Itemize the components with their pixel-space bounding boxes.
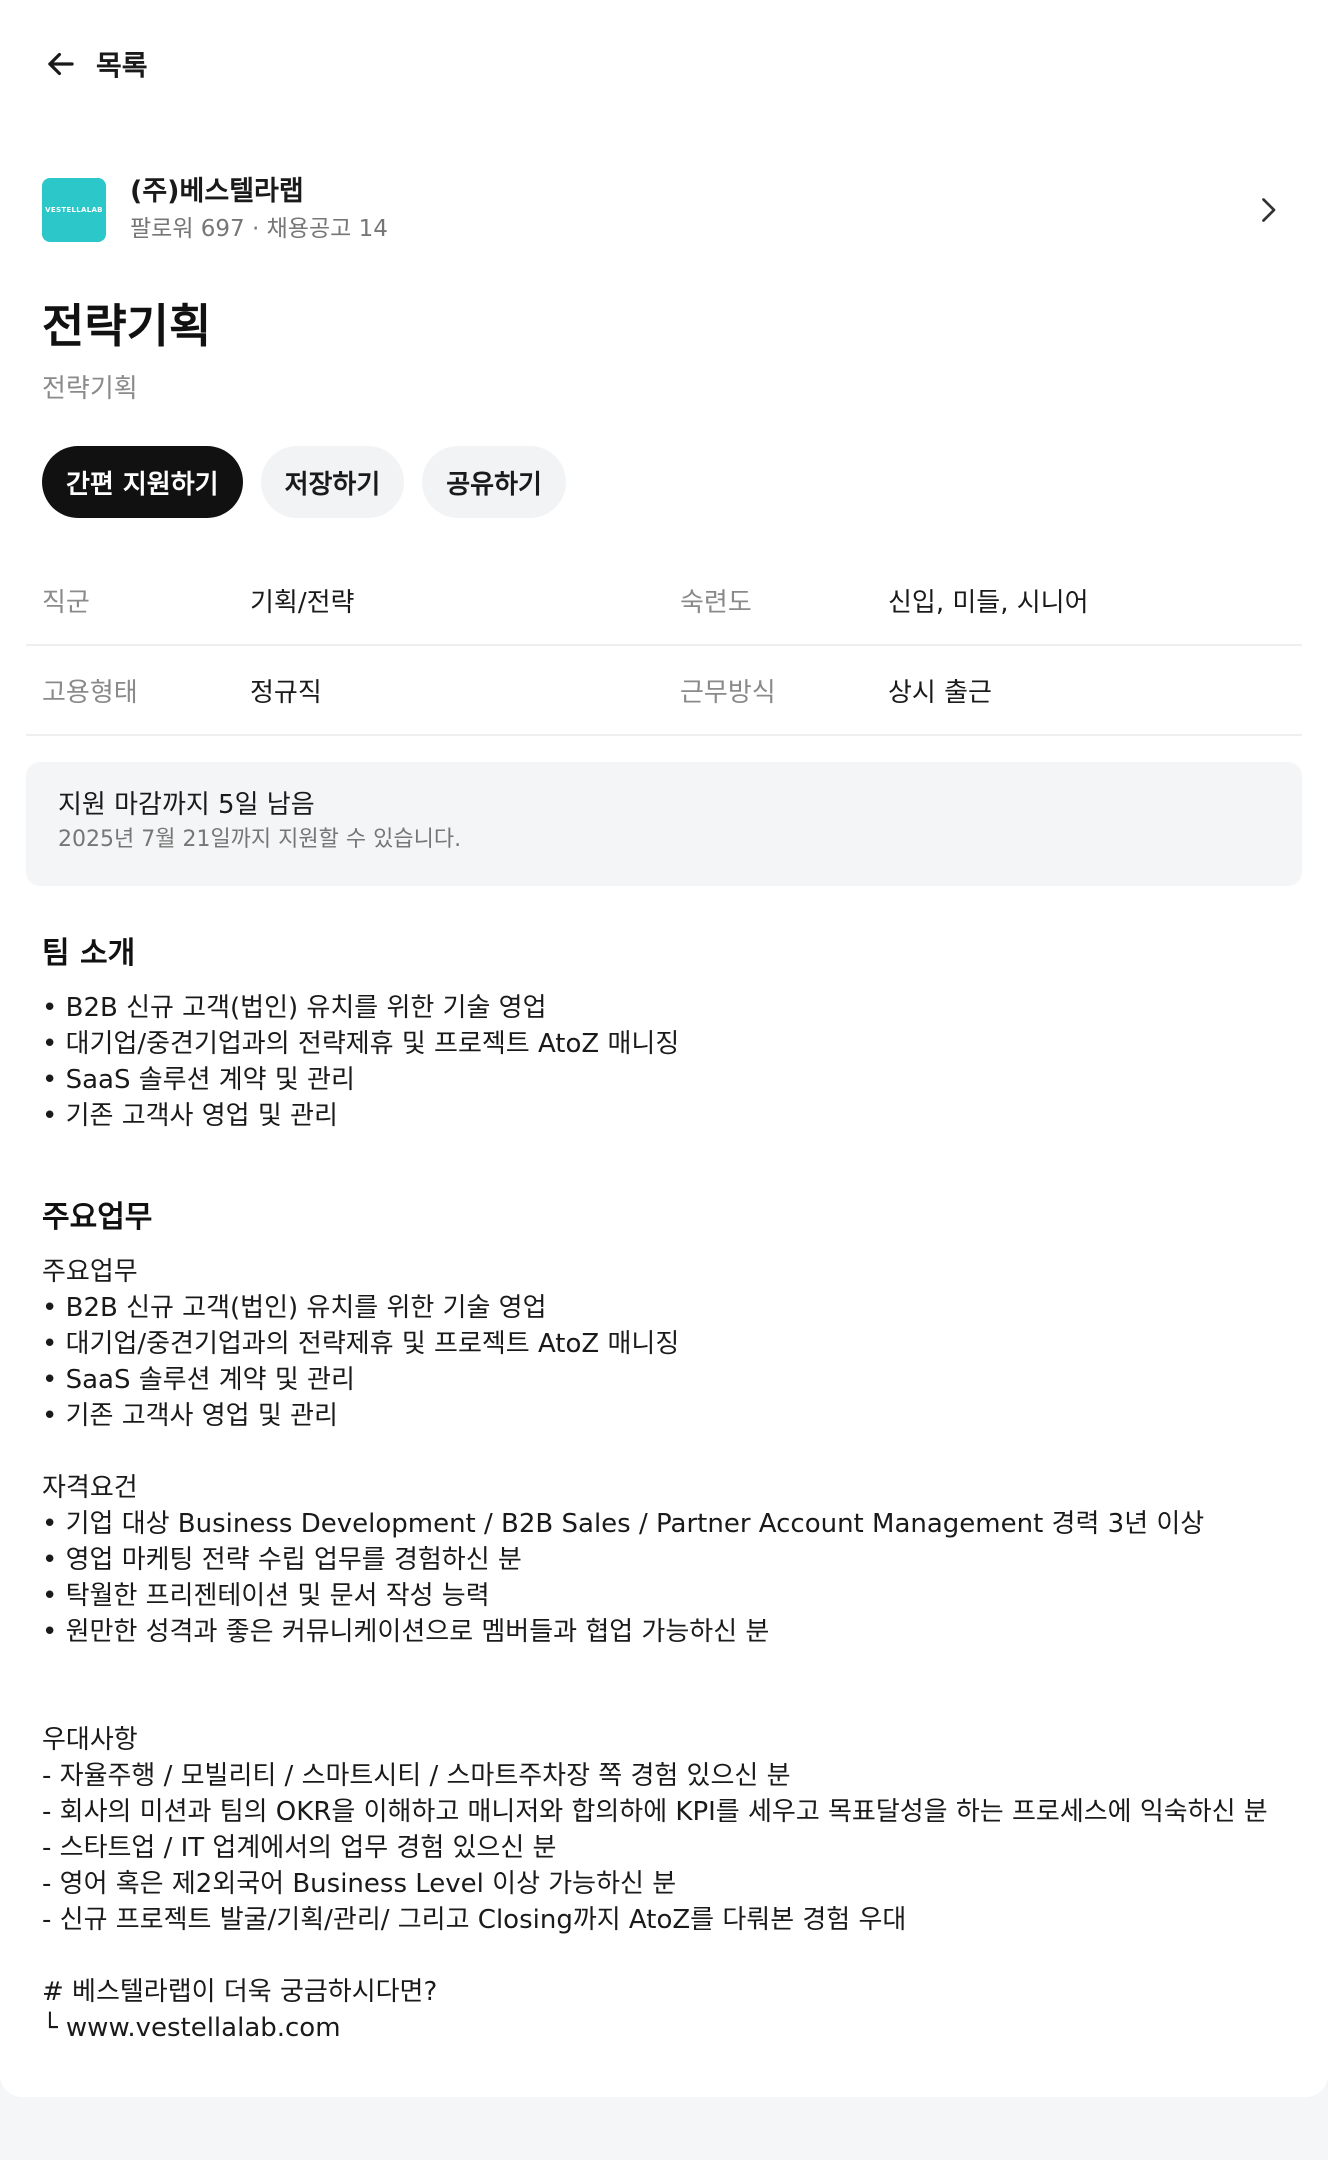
info-value-job-group: 기획/전략 [250, 587, 355, 618]
duties-section-title: 주요업무 [42, 1200, 153, 1235]
deadline-description: 2025년 7월 21일까지 지원할 수 있습니다. [58, 827, 462, 852]
chevron-right-icon [1262, 198, 1276, 222]
back-label: 목록 [96, 49, 148, 82]
info-value-work-style: 상시 출근 [888, 677, 992, 708]
team-section-body: • B2B 신규 고객(법인) 유치를 위한 기술 영업 • 대기업/중견기업과… [42, 993, 680, 1131]
deadline-title: 지원 마감까지 5일 남음 [58, 790, 315, 820]
company-link[interactable]: VESTELLALAB (주)베스텔라랩 팔로워 697 · 채용공고 14 [42, 172, 1286, 248]
company-name: (주)베스텔라랩 [130, 176, 304, 207]
info-value-seniority: 신입, 미들, 시니어 [888, 587, 1089, 618]
save-button[interactable]: 저장하기 [260, 446, 405, 518]
company-meta: 팔로워 697 · 채용공고 14 [130, 216, 388, 242]
job-title: 전략기획 [42, 299, 212, 353]
info-label-employment-type: 고용형태 [42, 677, 138, 708]
info-label-seniority: 숙련도 [680, 587, 752, 618]
info-label-job-group: 직군 [42, 587, 90, 618]
job-category: 전략기획 [42, 374, 138, 404]
job-info-table: 직군 기획/전략 숙련도 신입, 미들, 시니어 고용형태 정규직 근무방식 상… [26, 556, 1302, 736]
deadline-notice: 지원 마감까지 5일 남음 2025년 7월 21일까지 지원할 수 있습니다. [26, 762, 1302, 886]
share-button[interactable]: 공유하기 [422, 446, 566, 518]
action-buttons: 간편 지원하기 저장하기 공유하기 [42, 446, 566, 518]
info-label-work-style: 근무방식 [680, 677, 776, 708]
info-row: 고용형태 정규직 근무방식 상시 출근 [26, 646, 1302, 736]
info-value-employment-type: 정규직 [250, 677, 322, 708]
arrow-left-icon [48, 52, 74, 76]
quick-apply-button[interactable]: 간편 지원하기 [42, 446, 243, 518]
info-row: 직군 기획/전략 숙련도 신입, 미들, 시니어 [26, 556, 1302, 646]
back-to-list-button[interactable]: 목록 [42, 44, 148, 84]
company-info: (주)베스텔라랩 팔로워 697 · 채용공고 14 [130, 174, 388, 246]
job-detail-card: 목록 VESTELLALAB (주)베스텔라랩 팔로워 697 · 채용공고 1… [0, 0, 1328, 2097]
duties-section-body: 주요업무 • B2B 신규 고객(법인) 유치를 위한 기술 영업 • 대기업/… [42, 1257, 1268, 2043]
company-logo: VESTELLALAB [42, 178, 106, 242]
team-section-title: 팀 소개 [42, 936, 136, 971]
